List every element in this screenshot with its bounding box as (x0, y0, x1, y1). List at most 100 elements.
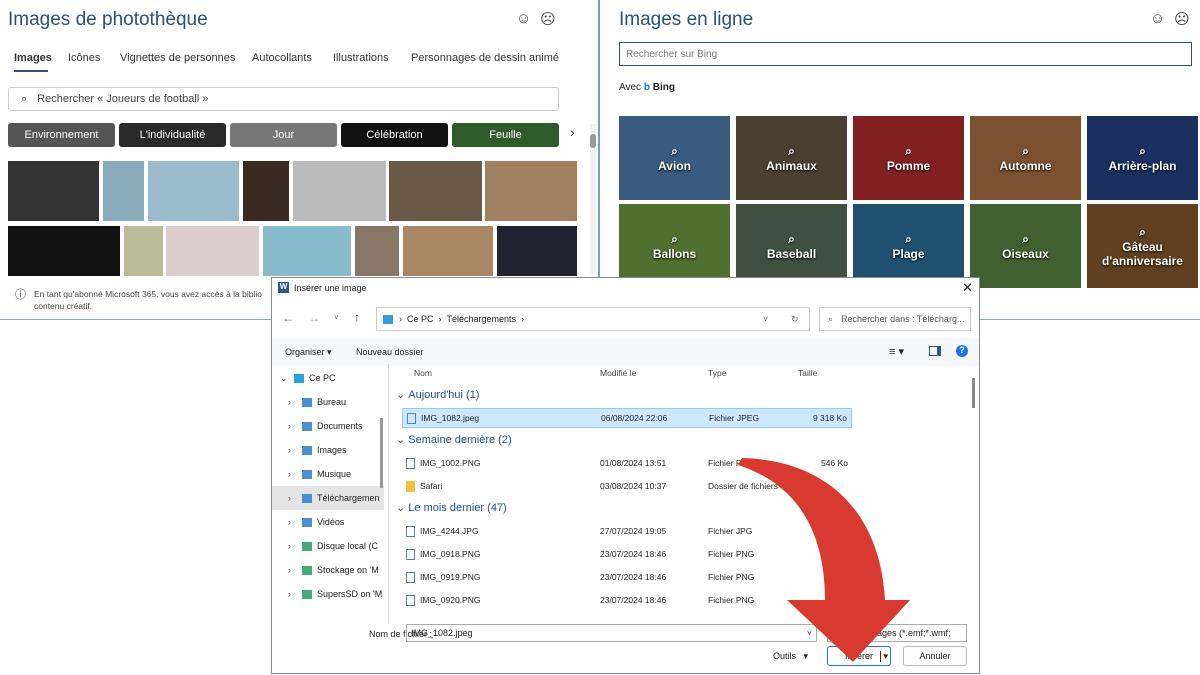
folder-icon (383, 314, 393, 324)
bing-category-tile[interactable]: ⌕ Animaux (736, 116, 847, 200)
bing-category-tile[interactable]: ⌕ Arrière-plan (1087, 116, 1198, 200)
bing-attribution: Avec b Bing (619, 82, 675, 93)
stock-image-thumbnail[interactable] (166, 226, 259, 276)
stock-image-thumbnail[interactable] (8, 161, 99, 221)
category-chip[interactable]: Environnement (8, 123, 115, 147)
panel-title: Images en ligne (619, 9, 754, 30)
tab-item[interactable]: Icônes (68, 52, 100, 64)
divider (388, 364, 389, 624)
stock-image-thumbnail[interactable] (293, 161, 386, 221)
active-tab-underline (14, 70, 48, 72)
stock-image-thumbnail[interactable] (103, 161, 144, 221)
bing-logo-icon: b (643, 82, 650, 93)
folder-icon (406, 480, 415, 492)
nav-item[interactable]: › Disque local (C (272, 534, 384, 558)
chevron-right-icon[interactable]: › (570, 124, 575, 140)
frown-feedback-icon[interactable]: ☹ (1174, 10, 1190, 28)
close-icon[interactable]: ✕ (962, 280, 973, 296)
category-chip[interactable]: Célébration (341, 123, 448, 147)
help-icon[interactable]: ? (956, 345, 968, 357)
stock-image-thumbnail[interactable] (355, 226, 399, 276)
category-chip[interactable]: Feuille (452, 123, 559, 147)
bing-category-tile[interactable]: ⌕ Avion (619, 116, 730, 200)
bing-category-tile[interactable]: ⌕ Oiseaux (970, 204, 1081, 288)
scrollbar[interactable] (590, 124, 596, 274)
up-icon[interactable]: ↑ (354, 310, 360, 324)
file-row[interactable]: IMG_1082.jpeg 06/08/2024 22:06 Fichier JPE… (402, 408, 852, 428)
file-list-scrollbar[interactable] (972, 378, 975, 408)
stock-image-thumbnail[interactable] (485, 161, 577, 221)
nav-item[interactable]: ⌄ Ce PC (272, 366, 384, 390)
bing-category-tile[interactable]: ⌕ Ballons (619, 204, 730, 288)
nav-item[interactable]: › Bureau (272, 390, 384, 414)
tab-item[interactable]: Personnages de dessin animé (411, 52, 559, 64)
recent-dropdown-icon[interactable]: ˅ (334, 313, 339, 322)
bing-category-tile[interactable]: ⌕ Plage (853, 204, 964, 288)
search-icon: ⌕ (671, 231, 678, 246)
stock-image-thumbnail[interactable] (148, 161, 239, 221)
stock-image-thumbnail[interactable] (263, 226, 351, 276)
red-arrow-annotation (738, 458, 910, 662)
organise-button[interactable]: Organiser ▾ (285, 347, 332, 358)
search-icon: ⌕ (671, 143, 678, 158)
bing-category-tile[interactable]: ⌕ Pomme (853, 116, 964, 200)
nav-item[interactable]: › Stockage on 'M (272, 558, 384, 582)
address-bar[interactable]: › Ce PC › Téléchargements › ˅ ↻ (376, 307, 810, 331)
nav-item[interactable]: › Images (272, 438, 384, 462)
nav-item[interactable]: › Téléchargemen (272, 486, 384, 510)
smile-feedback-icon[interactable]: ☺ (516, 10, 531, 27)
breadcrumb-item[interactable]: Téléchargements (447, 314, 517, 324)
stock-image-thumbnail[interactable] (243, 161, 289, 221)
smile-feedback-icon[interactable]: ☺ (1150, 10, 1165, 27)
search-icon: ⌕ (1139, 143, 1146, 158)
group-header[interactable]: ⌄ Le mois dernier (47) (396, 501, 507, 515)
nav-item[interactable]: › Vidéos (272, 510, 384, 534)
file-icon (406, 571, 415, 583)
breadcrumb-item[interactable]: Ce PC (407, 314, 434, 324)
column-header[interactable]: Nom (414, 368, 432, 378)
preview-pane-icon[interactable] (929, 346, 941, 356)
tab-item[interactable]: Images (14, 52, 52, 64)
group-header[interactable]: ⌄ Semaine dernière (2) (396, 433, 512, 447)
stock-image-thumbnail[interactable] (124, 226, 163, 276)
file-icon (406, 525, 415, 537)
back-icon[interactable]: ← (282, 311, 294, 325)
nav-scrollbar[interactable] (380, 418, 383, 488)
file-icon (406, 548, 415, 560)
stock-image-thumbnail[interactable] (389, 161, 482, 221)
bing-category-tile[interactable]: ⌕ Gâteau d'anniversaire (1087, 204, 1198, 288)
tab-item[interactable]: Autocollants (252, 52, 312, 64)
tab-item[interactable]: Illustrations (333, 52, 389, 64)
stock-image-thumbnail[interactable] (8, 226, 120, 276)
bing-search-input[interactable]: Rechercher sur Bing (619, 42, 1192, 66)
panel-title: Images de photothèque (8, 9, 208, 30)
bing-category-tile[interactable]: ⌕ Baseball (736, 204, 847, 288)
stock-image-thumbnail[interactable] (497, 226, 577, 276)
bing-category-tile[interactable]: ⌕ Automne (970, 116, 1081, 200)
new-folder-button[interactable]: Nouveau dossier (356, 347, 424, 357)
toolbar: Organiser ▾ Nouveau dossier ≡ ▾ ? (272, 338, 979, 366)
group-header[interactable]: ⌄ Aujourd'hui (1) (396, 388, 479, 402)
chevron-down-icon: ˅ (763, 314, 769, 324)
stock-search-input[interactable]: ⌕ Rechercher « Joueurs de football » (8, 87, 559, 111)
folder-search-input[interactable]: ⌕ Rechercher dans : Télécharg... (819, 307, 971, 331)
column-header[interactable]: Type (708, 368, 726, 378)
nav-item[interactable]: › Musique (272, 462, 384, 486)
category-chip[interactable]: Jour (230, 123, 337, 147)
column-header[interactable]: Taille (798, 368, 817, 378)
nav-item[interactable]: › Documents (272, 414, 384, 438)
subscriber-notice: En tant qu'abonné Microsoft 365, vous av… (34, 289, 262, 311)
category-chip[interactable]: L'individualité (119, 123, 226, 147)
file-icon (406, 457, 415, 469)
file-icon (406, 594, 415, 606)
forward-icon[interactable]: → (308, 311, 320, 325)
tab-item[interactable]: Vignettes de personnes (120, 52, 235, 64)
column-header[interactable]: Modifié le (600, 368, 636, 378)
stock-image-thumbnail[interactable] (403, 226, 493, 276)
frown-feedback-icon[interactable]: ☹ (540, 10, 556, 28)
refresh-icon[interactable]: ↻ (791, 314, 799, 325)
view-options-icon[interactable]: ≡ ▾ (889, 345, 904, 358)
search-icon: ⌕ (788, 231, 795, 246)
search-icon: ⌕ (905, 231, 912, 246)
nav-item[interactable]: › SupersSD on 'M (272, 582, 384, 606)
